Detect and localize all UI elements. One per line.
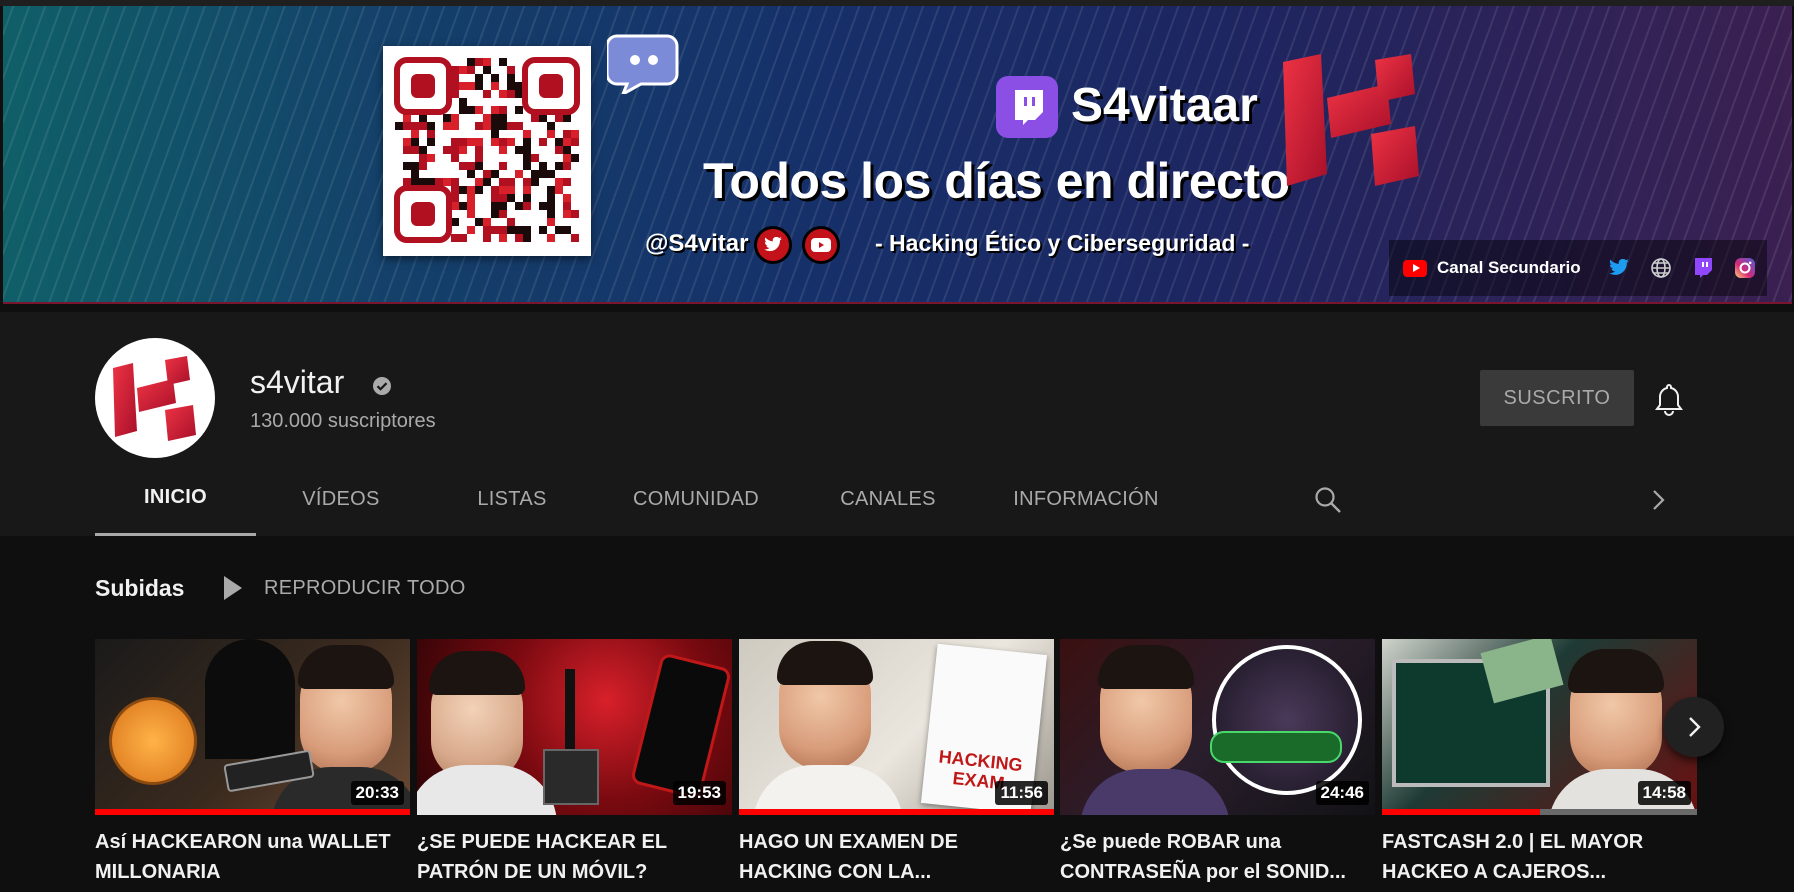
twitter-icon bbox=[754, 226, 792, 264]
channel-header: s4vitar 130.000 suscriptores SUSCRITO IN… bbox=[0, 312, 1794, 536]
banner-handle: @S4vitar bbox=[645, 230, 749, 257]
video-title[interactable]: ¿SE PUEDE HACKEAR EL PATRÓN DE UN MÓVIL? bbox=[417, 827, 729, 887]
subscribed-button[interactable]: SUSCRITO bbox=[1480, 370, 1634, 426]
video-duration: 20:33 bbox=[350, 781, 404, 805]
tab-inicio[interactable]: INICIO bbox=[95, 462, 256, 536]
presenter-hair-image bbox=[777, 641, 873, 685]
secondary-channel-link[interactable]: Canal Secundario bbox=[1437, 258, 1581, 278]
video-thumbnail[interactable]: 24:46 bbox=[1060, 639, 1375, 815]
tab-videos[interactable]: VÍDEOS bbox=[256, 462, 426, 536]
video-duration: 14:58 bbox=[1637, 781, 1691, 805]
banner-brand-name: S4vitaar bbox=[1071, 79, 1258, 132]
notification-bell-icon[interactable] bbox=[1654, 382, 1684, 416]
video-card[interactable]: 14:58 FASTCASH 2.0 | EL MAYOR HACKEO A C… bbox=[1382, 639, 1697, 887]
banner-tagline: Todos los días en directo bbox=[703, 153, 1290, 209]
instagram-icon[interactable] bbox=[1733, 256, 1757, 280]
channel-banner: S4vitaar Todos los días en directo @S4vi… bbox=[3, 6, 1792, 304]
password-field-image bbox=[1210, 731, 1342, 763]
play-icon bbox=[224, 576, 242, 600]
search-icon[interactable] bbox=[1314, 486, 1342, 514]
video-card[interactable]: 19:53 ¿SE PUEDE HACKEAR EL PATRÓN DE UN … bbox=[417, 639, 732, 887]
banner-links-bar: Canal Secundario bbox=[1389, 240, 1767, 296]
watch-progress-bar bbox=[739, 809, 1054, 815]
presenter-hair-image bbox=[429, 651, 525, 695]
watch-progress-bar bbox=[95, 809, 410, 815]
video-thumbnail[interactable]: 14:58 bbox=[1382, 639, 1697, 815]
video-duration: 19:53 bbox=[672, 781, 726, 805]
channel-name[interactable]: s4vitar bbox=[250, 364, 344, 401]
video-title[interactable]: Así HACKEARON una WALLET MILLONARIA bbox=[95, 827, 407, 887]
twitch-icon[interactable] bbox=[1691, 256, 1715, 280]
qr-code-image bbox=[383, 46, 591, 256]
keyboard-circle-image bbox=[1212, 645, 1362, 795]
discord-icon bbox=[607, 34, 679, 94]
video-thumbnail[interactable]: 19:53 bbox=[417, 639, 732, 815]
watch-progress-bar bbox=[1382, 809, 1540, 815]
presenter-hair-image bbox=[298, 645, 394, 689]
tab-informacion[interactable]: INFORMACIÓN bbox=[982, 462, 1190, 536]
chevron-right-icon bbox=[1689, 717, 1701, 737]
tab-canales[interactable]: CANALES bbox=[794, 462, 982, 536]
tab-listas[interactable]: LISTAS bbox=[426, 462, 598, 536]
video-card[interactable]: 24:46 ¿Se puede ROBAR una CONTRASEÑA por… bbox=[1060, 639, 1375, 887]
hooded-figure-image bbox=[205, 639, 295, 759]
youtube-icon[interactable] bbox=[1403, 259, 1427, 277]
presenter-hair-image bbox=[1098, 645, 1194, 689]
globe-icon[interactable] bbox=[1649, 256, 1673, 280]
video-thumbnail[interactable]: HACKING EXAM 11:56 bbox=[739, 639, 1054, 815]
subscriber-count: 130.000 suscriptores bbox=[250, 410, 436, 432]
video-title[interactable]: FASTCASH 2.0 | EL MAYOR HACKEO A CAJEROS… bbox=[1382, 827, 1694, 887]
watch-progress-remaining bbox=[1539, 809, 1697, 815]
tab-comunidad[interactable]: COMUNIDAD bbox=[598, 462, 794, 536]
avatar[interactable] bbox=[95, 338, 215, 458]
section-title[interactable]: Subidas bbox=[95, 575, 184, 602]
video-title[interactable]: ¿Se puede ROBAR una CONTRASEÑA por el SO… bbox=[1060, 827, 1372, 887]
channel-tabs: INICIO VÍDEOS LISTAS COMUNIDAD CANALES I… bbox=[95, 462, 1190, 536]
video-card[interactable]: HACKING EXAM 11:56 HAGO UN EXAMEN DE HAC… bbox=[739, 639, 1054, 887]
verified-badge-icon bbox=[373, 377, 391, 395]
s4vitar-logo-icon bbox=[1283, 54, 1419, 186]
banner-subtitle: - Hacking Ético y Ciberseguridad - bbox=[875, 230, 1250, 256]
video-thumbnail[interactable]: 20:33 bbox=[95, 639, 410, 815]
video-title[interactable]: HAGO UN EXAMEN DE HACKING CON LA... bbox=[739, 827, 1051, 887]
device-board-image bbox=[543, 749, 599, 805]
youtube-icon bbox=[802, 226, 840, 264]
video-duration: 24:46 bbox=[1315, 781, 1369, 805]
video-card[interactable]: 20:33 Así HACKEARON una WALLET MILLONARI… bbox=[95, 639, 410, 887]
antenna-image bbox=[565, 669, 575, 759]
chevron-right-icon[interactable] bbox=[1648, 488, 1668, 512]
play-all-button[interactable]: REPRODUCIR TODO bbox=[224, 574, 466, 602]
twitch-icon bbox=[996, 76, 1058, 138]
bitcoin-coin-icon bbox=[109, 697, 197, 785]
twitter-icon[interactable] bbox=[1607, 256, 1631, 280]
presenter-hair-image bbox=[1568, 649, 1664, 693]
video-duration: 11:56 bbox=[995, 781, 1048, 805]
play-all-label: REPRODUCIR TODO bbox=[264, 576, 466, 599]
carousel-next-button[interactable] bbox=[1664, 697, 1724, 757]
